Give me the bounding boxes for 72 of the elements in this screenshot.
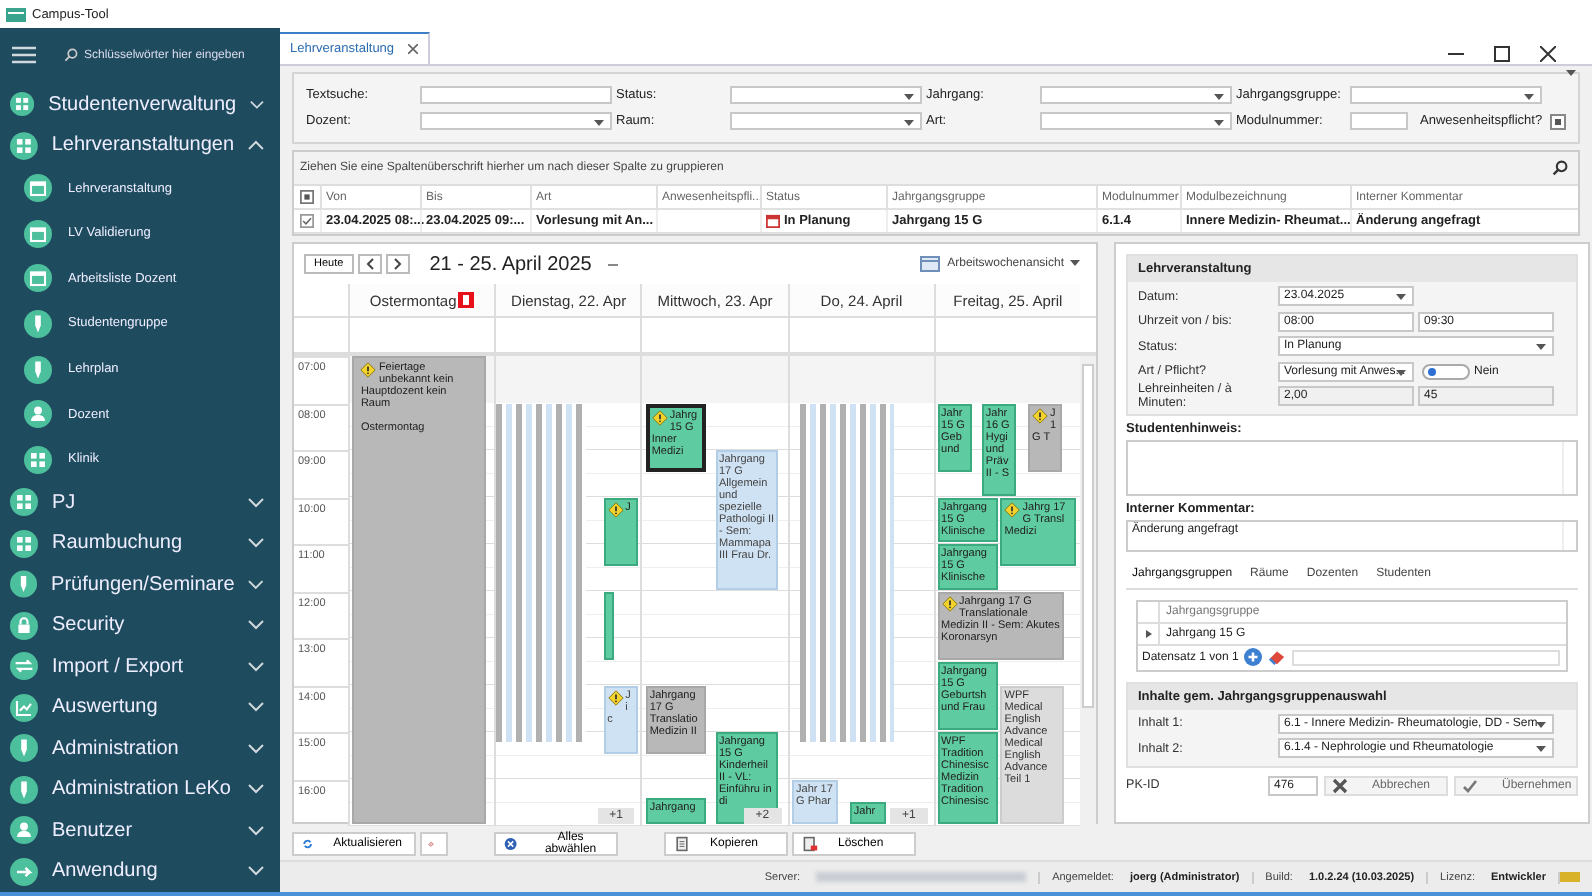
- nav-item[interactable]: Security: [0, 605, 280, 646]
- deselect-icon: [504, 836, 518, 852]
- pen-icon: [24, 309, 52, 338]
- person-icon: [10, 816, 38, 845]
- calendar-icon: [919, 256, 940, 272]
- chevron-left-icon: [365, 258, 374, 270]
- filter-input[interactable]: [420, 86, 612, 104]
- pen-icon: [10, 734, 38, 763]
- checkmark-icon: [1462, 777, 1478, 793]
- close-icon[interactable]: [408, 44, 419, 54]
- delete-icon: [802, 836, 818, 852]
- nav-item[interactable]: Studentenverwaltung: [0, 83, 280, 125]
- row-checkbox[interactable]: [300, 214, 314, 228]
- expand-icon[interactable]: [1145, 629, 1151, 637]
- nav-item[interactable]: Benutzer: [0, 810, 280, 851]
- grid-icon: [10, 90, 35, 119]
- nav-item[interactable]: Auswertung: [0, 687, 280, 728]
- pen-icon: [10, 570, 38, 599]
- scrollbar[interactable]: [1292, 649, 1560, 665]
- nav-item[interactable]: Lehrveranstaltungen: [0, 124, 280, 166]
- calendar-icon: [24, 219, 52, 248]
- chevron-right-icon: [393, 258, 402, 270]
- refresh-icon: [302, 836, 314, 852]
- scrollbar[interactable]: [1080, 356, 1096, 826]
- close-icon: [1332, 777, 1348, 793]
- warning-icon: [607, 501, 624, 517]
- close-icon[interactable]: [1540, 45, 1556, 61]
- pen-icon: [24, 355, 52, 384]
- warning-icon: [1032, 407, 1049, 423]
- grid-icon: [10, 529, 38, 558]
- grid-icon: [10, 488, 38, 517]
- person-icon: [24, 400, 52, 429]
- checkbox[interactable]: [1550, 113, 1567, 129]
- warning-icon: [941, 595, 958, 611]
- select-all-checkbox[interactable]: [300, 190, 314, 204]
- warning-icon: [607, 689, 624, 705]
- warning-icon: [360, 362, 377, 378]
- app-logo-icon: [6, 7, 26, 21]
- nav-item[interactable]: Administration LeKo: [0, 769, 280, 810]
- toggle-switch[interactable]: [1422, 363, 1470, 380]
- copy-icon: [674, 836, 690, 852]
- warning-icon: [651, 409, 668, 425]
- connection-icon: [1560, 872, 1580, 882]
- calendar-icon: [24, 174, 52, 203]
- add-icon[interactable]: [1244, 648, 1263, 666]
- grid-icon: [10, 131, 38, 160]
- calendar-icon: [24, 264, 52, 293]
- pen-icon: [10, 775, 38, 804]
- nav-item[interactable]: Raumbuchung: [0, 523, 280, 564]
- filter-input[interactable]: [1350, 112, 1408, 130]
- nav-item[interactable]: Import / Export: [0, 646, 280, 687]
- eraser-icon[interactable]: [1268, 648, 1287, 666]
- lecture-event[interactable]: [603, 591, 615, 660]
- menu-icon[interactable]: [12, 46, 36, 65]
- calendar-icon: [766, 214, 780, 228]
- nav-item[interactable]: Administration: [0, 728, 280, 769]
- nav-item[interactable]: Anwendung: [0, 851, 280, 892]
- nav-item[interactable]: Prüfungen/Seminare: [0, 564, 280, 605]
- search-icon[interactable]: [1552, 160, 1568, 176]
- grid-icon: [24, 445, 52, 474]
- previous-button[interactable]: [357, 254, 382, 274]
- busy-pattern[interactable]: [800, 403, 895, 742]
- lock-icon: [10, 611, 38, 640]
- search-icon: [64, 48, 78, 63]
- warning-icon: [1004, 501, 1021, 517]
- maximize-icon[interactable]: [1494, 45, 1510, 61]
- nav-item[interactable]: PJ: [0, 482, 280, 523]
- busy-pattern[interactable]: [496, 403, 586, 742]
- chart-icon: [10, 693, 38, 722]
- next-button[interactable]: [385, 254, 410, 274]
- arrows-icon: [10, 652, 38, 681]
- date-range-title: 21 - 25. April 2025: [429, 253, 592, 275]
